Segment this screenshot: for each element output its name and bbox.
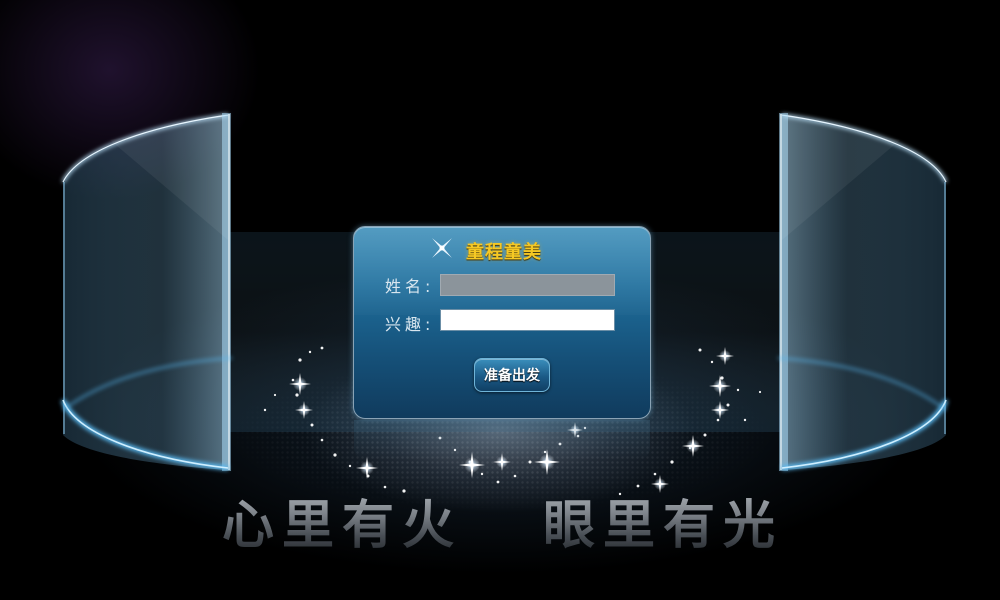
slogan-right: 眼里有光 — [543, 483, 783, 558]
interest-input[interactable] — [440, 309, 615, 331]
name-label: 姓名: — [385, 277, 435, 296]
login-panel: 童程童美 姓名: 兴趣: 准备出发 — [353, 226, 651, 460]
left-glass-wall — [61, 113, 231, 471]
right-glass-wall — [779, 113, 948, 471]
sparkle-icon — [432, 238, 452, 258]
slogan-left: 心里有火 — [222, 483, 462, 558]
name-input[interactable] — [440, 274, 615, 296]
panel-title: 童程童美 — [466, 242, 542, 263]
depart-button[interactable]: 准备出发 — [474, 358, 550, 392]
login-stage: 童程童美 姓名: 兴趣: 准备出发 心里有火 眼里有光 — [0, 0, 1000, 600]
interest-label: 兴趣: — [385, 315, 435, 334]
